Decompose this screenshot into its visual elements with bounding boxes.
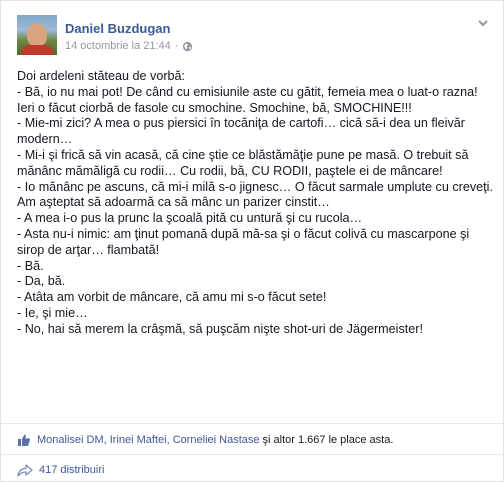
shares-link[interactable]: 417 distribuiri bbox=[17, 460, 104, 480]
post-line: - Io mănânc pe ascuns, că mi-i milă s-o … bbox=[17, 179, 493, 210]
avatar-face bbox=[27, 23, 47, 47]
author-name[interactable]: Daniel Buzdugan bbox=[65, 21, 170, 36]
post-line: - A mea i-o pus la prunc la şcoală pită … bbox=[17, 211, 363, 226]
post-line: - Atâta am vorbit de mâncare, că amu mi … bbox=[17, 290, 327, 305]
post-line: - Asta nu-i nimic: am ţinut pomană după … bbox=[17, 226, 470, 257]
post-line: - No, hai să merem la crâşmă, să puşcăm … bbox=[17, 321, 423, 336]
avatar[interactable] bbox=[17, 15, 57, 55]
meta-separator: · bbox=[174, 40, 179, 52]
post-line: - Bă, io nu mai pot! De când cu emisiuni… bbox=[17, 84, 478, 115]
post-line: - Mie-mi zici? A mea o pus piersici în t… bbox=[17, 116, 465, 147]
chevron-down-icon[interactable] bbox=[475, 15, 491, 31]
post-line: Doi ardeleni stăteau de vorbă: bbox=[17, 69, 186, 83]
post-card: Daniel Buzdugan 14 octombrie la 21:44 · … bbox=[0, 0, 504, 482]
post-line: - Mi-i şi frică să vin acasă, că cine şt… bbox=[17, 147, 469, 178]
avatar-shirt bbox=[21, 45, 53, 55]
post-line: - Bă. bbox=[17, 258, 44, 273]
post-line: - Da, bă. bbox=[17, 274, 66, 289]
post-footer: Monalisei DM, Irinei Maftei, Corneliei N… bbox=[1, 423, 503, 477]
like-icon[interactable] bbox=[17, 433, 31, 447]
globe-icon bbox=[182, 41, 193, 52]
post-line: - Ie, şi mie… bbox=[17, 305, 88, 320]
likers-names[interactable]: Monalisei DM, Irinei Maftei, Corneliei N… bbox=[37, 434, 260, 446]
post-meta: 14 octombrie la 21:44 · bbox=[65, 40, 193, 52]
post-timestamp[interactable]: 14 octombrie la 21:44 bbox=[65, 40, 171, 52]
post-body: Doi ardeleni stăteau de vorbă: - Bă, io … bbox=[17, 69, 495, 338]
likes-summary: Monalisei DM, Irinei Maftei, Corneliei N… bbox=[17, 430, 495, 450]
shares-count[interactable]: 417 distribuiri bbox=[39, 464, 104, 476]
footer-divider bbox=[1, 454, 503, 455]
share-icon bbox=[17, 463, 33, 477]
post-header: Daniel Buzdugan 14 octombrie la 21:44 · bbox=[17, 15, 491, 59]
likes-count-text: şi altor 1.667 le place asta. bbox=[262, 434, 394, 446]
